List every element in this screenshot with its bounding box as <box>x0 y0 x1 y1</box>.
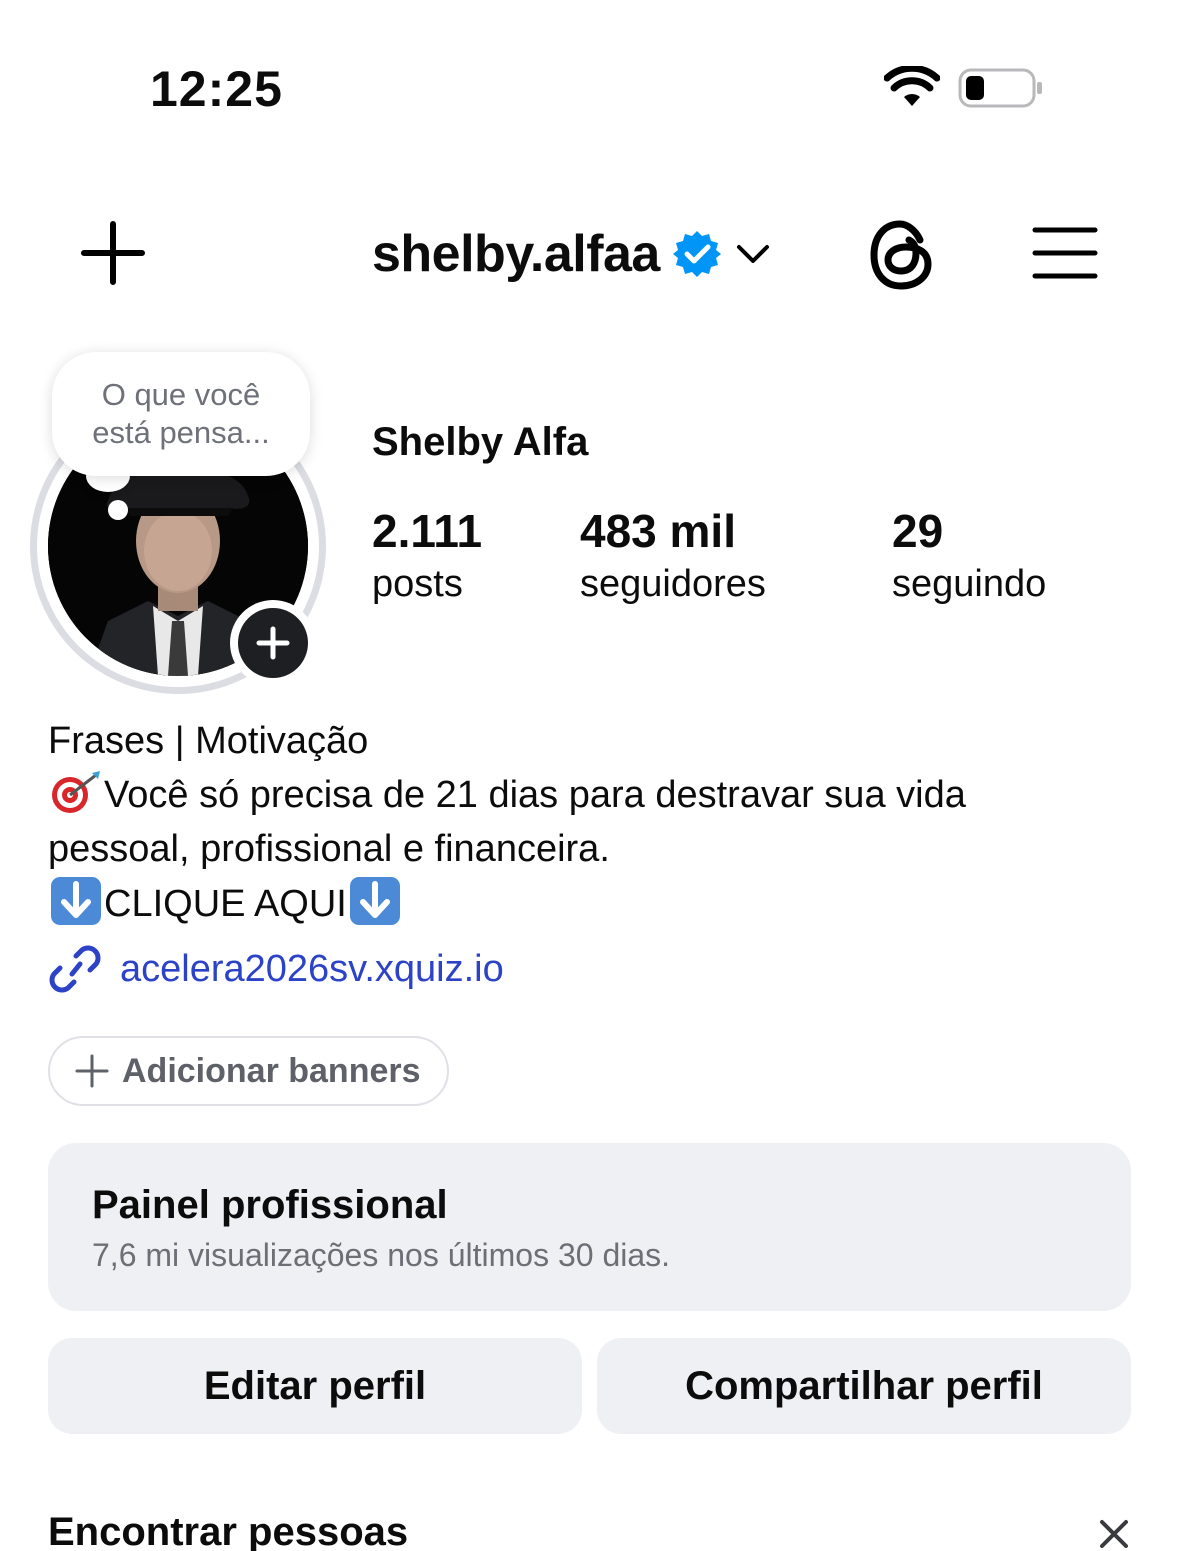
bio-line-4-text: CLIQUE AQUI <box>104 883 347 925</box>
down-arrow-emoji-icon <box>51 877 101 925</box>
bio-line-4: CLIQUE AQUI <box>48 876 1138 931</box>
profile-bio: Frases | Motivação Você só precisa de 21… <box>48 714 1138 931</box>
create-plus-icon[interactable] <box>80 220 146 286</box>
hamburger-menu-icon[interactable] <box>1032 226 1098 280</box>
plus-icon <box>256 626 290 660</box>
link-icon <box>49 945 101 993</box>
wifi-icon <box>884 66 940 106</box>
stat-following[interactable]: 29 seguindo <box>892 504 1046 610</box>
bubble-tail-small <box>108 500 128 520</box>
status-time: 12:25 <box>150 61 283 117</box>
stat-following-value: 29 <box>892 505 944 557</box>
stat-followers-label: seguidores <box>580 563 766 605</box>
stat-posts[interactable]: 2.111 posts <box>372 504 482 610</box>
stat-followers-value: 483 mil <box>580 505 736 557</box>
stat-posts-label: posts <box>372 563 463 605</box>
find-people-title: Encontrar pessoas <box>48 1510 409 1551</box>
account-switcher[interactable]: shelby.alfaa <box>372 222 770 286</box>
down-arrow-emoji-icon <box>349 877 400 925</box>
bio-line-2: Você só precisa de 21 dias para destrava… <box>48 768 1138 822</box>
profile-link[interactable]: acelera2026sv.xquiz.io <box>48 942 504 996</box>
bio-line-1: Frases | Motivação <box>48 720 369 762</box>
profile-link-text: acelera2026sv.xquiz.io <box>120 947 504 990</box>
plus-icon <box>75 1054 109 1088</box>
bio-line-2-text: Você só precisa de 21 dias para destrava… <box>104 774 966 816</box>
professional-dashboard[interactable]: Painel profissional 7,6 mi visualizações… <box>48 1143 1131 1311</box>
close-icon[interactable] <box>1096 1516 1132 1551</box>
stat-following-label: seguindo <box>892 563 1047 605</box>
share-profile-button[interactable]: Compartilhar perfil <box>597 1338 1131 1434</box>
professional-dashboard-subtitle: 7,6 mi visualizações nos últimos 30 dias… <box>92 1237 671 1273</box>
profile-full-name: Shelby Alfa <box>372 420 589 464</box>
notes-placeholder: O que você está pensa... <box>92 377 270 450</box>
threads-icon[interactable] <box>868 220 936 290</box>
edit-profile-button[interactable]: Editar perfil <box>48 1338 582 1434</box>
professional-dashboard-title: Painel profissional <box>92 1183 448 1227</box>
add-banners-button[interactable]: Adicionar banners <box>48 1036 449 1106</box>
notes-thought-bubble[interactable]: O que você está pensa... <box>52 352 310 476</box>
stat-followers[interactable]: 483 mil seguidores <box>580 504 766 610</box>
chevron-down-icon <box>736 245 769 263</box>
stat-posts-value: 2.111 <box>372 505 483 557</box>
battery-icon <box>958 68 1042 108</box>
bio-line-3: pessoal, profissional e financeira. <box>48 828 610 870</box>
add-banners-label: Adicionar banners <box>122 1051 421 1090</box>
target-emoji-icon <box>52 771 100 813</box>
username: shelby.alfaa <box>372 225 660 283</box>
verified-badge-icon <box>672 231 721 277</box>
add-story-button[interactable] <box>230 600 316 686</box>
